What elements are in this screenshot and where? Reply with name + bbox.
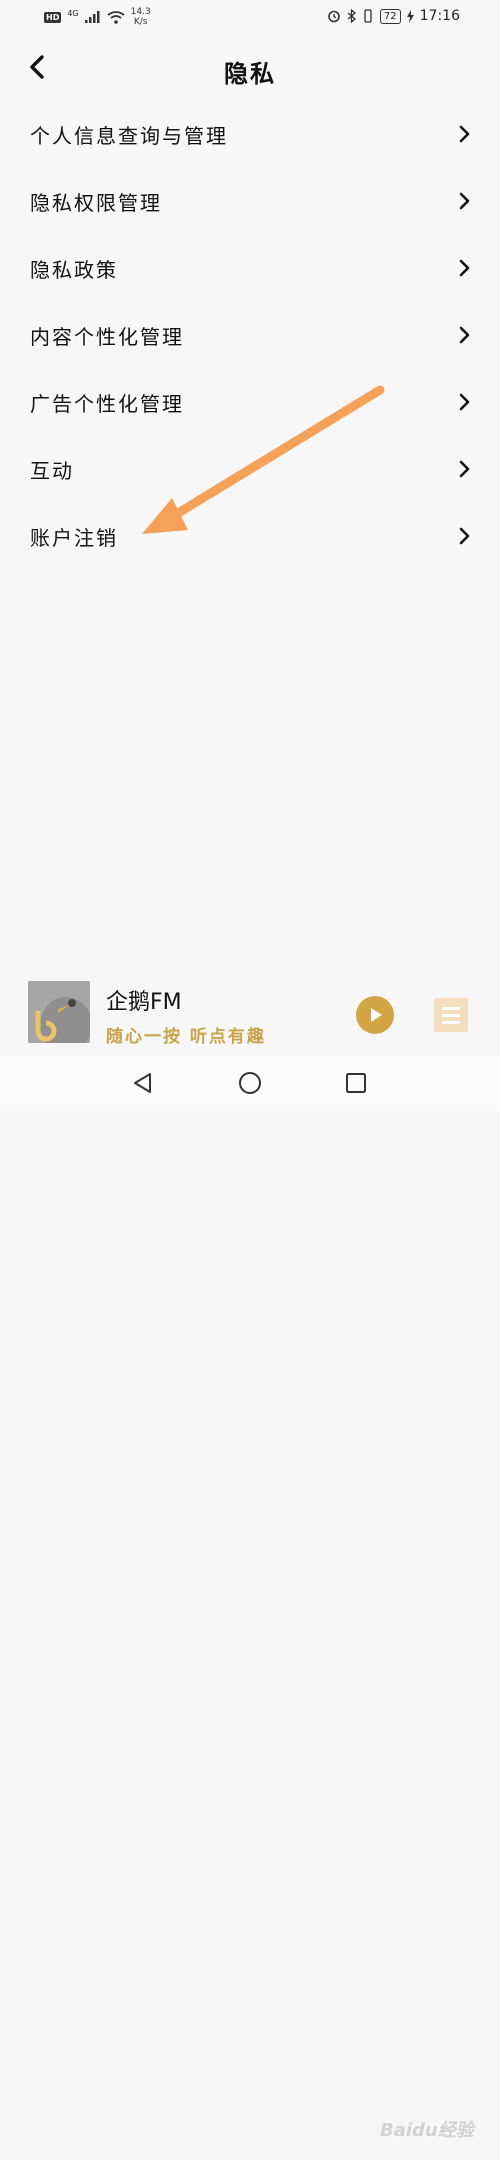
page-title: 隐私 [224, 60, 276, 88]
network-speed-unit: K/s [133, 17, 148, 27]
bluetooth-icon [347, 9, 356, 23]
mini-player[interactable]: 企鹅FM 随心一按 听点有趣 [0, 972, 500, 1052]
status-right: 72 17:16 [327, 8, 460, 24]
charging-icon [406, 9, 414, 23]
player-slogan: 随心一按 听点有趣 [106, 1027, 266, 1047]
system-navigation-bar: Baidu经验 [0, 1056, 500, 2141]
menu-item-label: 个人信息查询与管理 [30, 124, 228, 148]
menu-item-label: 隐私权限管理 [30, 191, 162, 215]
status-left: HD 4G 14.3 K/s [44, 7, 151, 27]
square-recents-icon [346, 1073, 366, 1093]
menu-item-interaction[interactable]: 互动 [0, 435, 500, 502]
chevron-right-icon [459, 192, 470, 210]
menu-item-personal-info[interactable]: 个人信息查询与管理 [0, 100, 500, 167]
triangle-back-icon [134, 1073, 151, 1093]
header: 隐私 [0, 40, 500, 96]
chevron-right-icon [459, 259, 470, 277]
chevron-right-icon [459, 460, 470, 478]
menu-item-privacy-permissions[interactable]: 隐私权限管理 [0, 167, 500, 234]
network-speed-value: 14.3 [130, 7, 151, 17]
hd-badge: HD [44, 11, 62, 23]
menu-item-label: 广告个性化管理 [30, 392, 184, 416]
playlist-button[interactable] [434, 998, 468, 1032]
menu-item-ad-personalization[interactable]: 广告个性化管理 [0, 368, 500, 435]
alarm-icon [328, 10, 340, 23]
chevron-right-icon [459, 393, 470, 411]
privacy-menu-list: 个人信息查询与管理 隐私权限管理 隐私政策 内容个性化管理 广告个性化管理 互动 [0, 100, 500, 569]
wifi-icon [107, 10, 125, 24]
chevron-right-icon [459, 326, 470, 344]
menu-item-content-personalization[interactable]: 内容个性化管理 [0, 301, 500, 368]
circle-home-icon [239, 1072, 261, 1094]
vibrate-icon [364, 9, 372, 23]
menu-item-label: 互动 [30, 459, 74, 483]
album-cover[interactable] [28, 981, 90, 1043]
play-button[interactable] [356, 996, 394, 1034]
play-icon [371, 1008, 382, 1022]
battery-level: 72 [379, 8, 401, 24]
menu-item-account-deletion[interactable]: 账户注销 [0, 502, 500, 569]
system-back-button[interactable] [130, 1070, 156, 1096]
cell-signal-icon [84, 11, 100, 23]
network-speed: 14.3 K/s [131, 7, 151, 27]
menu-item-label: 内容个性化管理 [30, 325, 184, 349]
system-recents-button[interactable] [343, 1070, 369, 1096]
menu-item-label: 账户注销 [30, 526, 118, 550]
penguin-logo-icon [28, 981, 90, 1043]
clock: 17:16 [419, 8, 460, 24]
playlist-icon [442, 1007, 460, 1024]
watermark: Baidu经验 [380, 2120, 474, 2141]
signal-label: 4G [67, 8, 79, 18]
system-home-button[interactable] [237, 1070, 263, 1096]
chevron-right-icon [459, 125, 470, 143]
status-bar: HD 4G 14.3 K/s 72 17:16 [0, 0, 500, 36]
menu-item-privacy-policy[interactable]: 隐私政策 [0, 234, 500, 301]
chevron-right-icon [459, 527, 470, 545]
player-title: 企鹅FM [106, 990, 182, 1015]
menu-item-label: 隐私政策 [30, 258, 118, 282]
